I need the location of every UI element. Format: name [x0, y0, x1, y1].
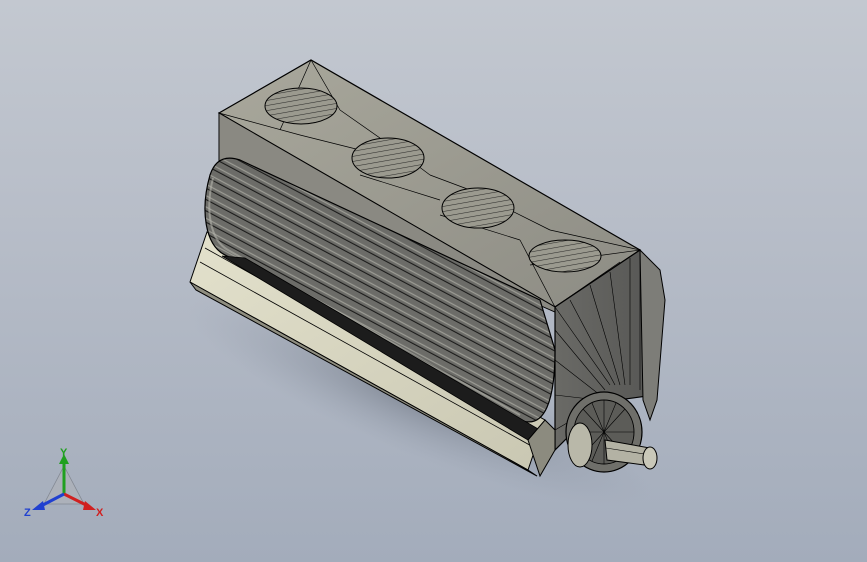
graphics-viewport[interactable]: Y X Z [0, 0, 867, 562]
top-hole-2 [351, 137, 425, 179]
x-axis-arrowhead [83, 501, 96, 510]
z-axis-arrowhead [32, 501, 45, 510]
y-axis-label: Y [60, 448, 68, 459]
top-hole-4 [528, 239, 602, 273]
top-hole-1 [264, 87, 338, 125]
coordinate-triad[interactable]: Y X Z [22, 448, 106, 524]
x-axis-label: X [96, 507, 104, 519]
3d-model-roller-assembly[interactable] [0, 0, 867, 562]
z-axis-label: Z [24, 507, 31, 519]
end-side-rib [639, 248, 666, 422]
top-hole-3 [441, 187, 515, 229]
